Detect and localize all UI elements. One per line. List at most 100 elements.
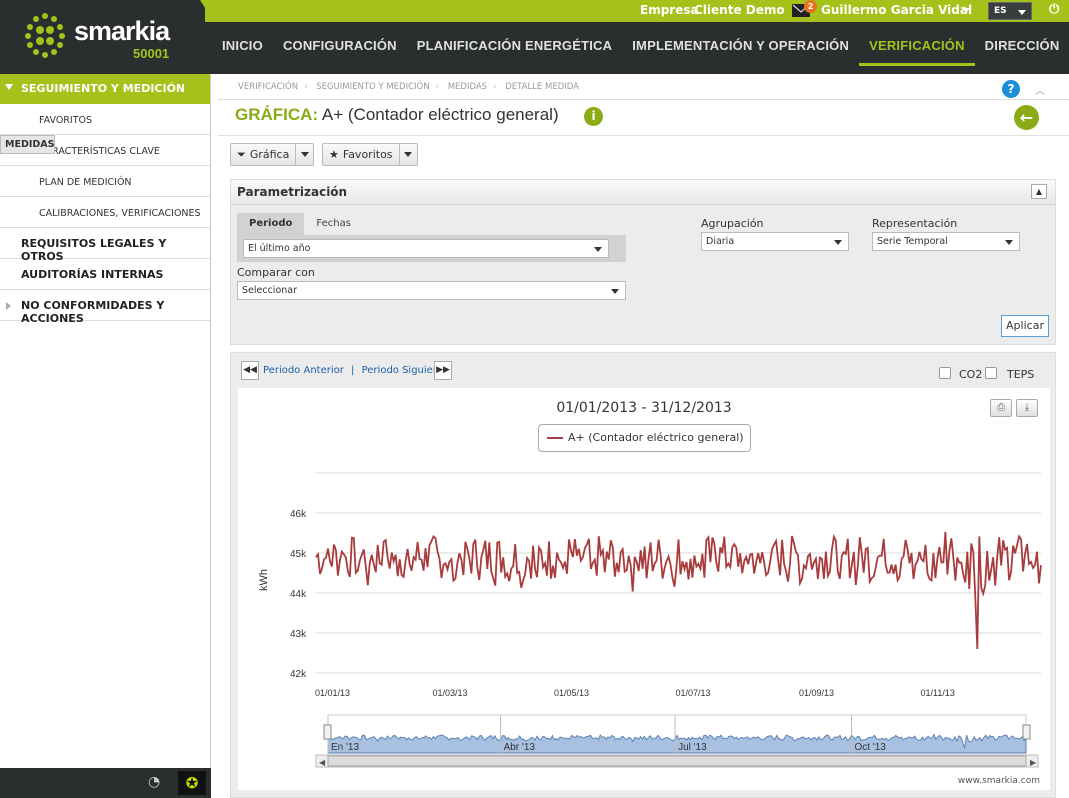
sidebar-item-medidas[interactable]: MEDIDAS	[0, 135, 56, 154]
language-select[interactable]: ES	[988, 2, 1032, 20]
representacion-label: Representación	[872, 217, 958, 230]
nav-planificacion[interactable]: PLANIFICACIÓN ENERGÉTICA	[407, 30, 622, 66]
tab-fechas[interactable]: Fechas	[304, 213, 363, 235]
sidebar-section-seguimiento[interactable]: SEGUIMIENTO Y MEDICIÓN	[0, 74, 210, 104]
co2-label: CO2	[959, 368, 983, 381]
agrupacion-select[interactable]: Diaria	[701, 232, 849, 251]
collapse-panel-icon[interactable]: ▲	[1031, 184, 1047, 199]
agrupacion-label: Agrupación	[701, 217, 764, 230]
comparar-select[interactable]: Seleccionar	[237, 281, 626, 300]
y-axis-label: kWh	[258, 569, 270, 591]
breadcrumb-item: DETALLE MEDIDA	[505, 82, 579, 92]
sidebar-item-plan-medicion[interactable]: PLAN DE MEDICIÓN	[0, 166, 210, 197]
breadcrumb: VERIFICACIÓN › SEGUIMIENTO Y MEDICIÓN › ME…	[238, 82, 579, 92]
representacion-select[interactable]: Serie Temporal	[872, 232, 1020, 251]
chart-credit[interactable]: www.smarkia.com	[958, 776, 1040, 786]
filter-icon: ⏷	[237, 147, 246, 161]
sidebar-item-calibraciones[interactable]: CALIBRACIONES, VERIFICACIONES	[0, 197, 210, 228]
sidebar-section-label: SEGUIMIENTO Y MEDICIÓN	[21, 82, 186, 95]
grafica-dropdown[interactable]	[296, 152, 313, 157]
x-tick-label: 01/03/13	[433, 688, 468, 698]
y-tick-label: 44k	[290, 589, 307, 600]
sidebar-item-requisitos[interactable]: REQUISITOS LEGALES Y OTROS	[0, 228, 210, 263]
tab-periodo[interactable]: Periodo	[237, 213, 305, 235]
gauge-icon[interactable]: ◔	[148, 774, 160, 790]
next-period-icon[interactable]: ▶▶	[434, 361, 452, 380]
chart-container: 42k 43k 44k 45k 46k kWh 01/01/13 01/03/13 01/05/…	[238, 388, 1050, 790]
expand-arrow-icon	[5, 84, 13, 90]
breadcrumb-item[interactable]: MEDIDAS	[448, 82, 487, 92]
help-icon[interactable]: ?	[1002, 80, 1020, 98]
scroll-right-icon: ▶	[1030, 758, 1037, 767]
x-tick-label: 01/09/13	[799, 688, 834, 698]
parametrizacion-panel: Parametrización ▲ Periodo Fechas El últim…	[230, 179, 1056, 345]
main-content: VERIFICACIÓN › SEGUIMIENTO Y MEDICIÓN › ME…	[218, 74, 1069, 798]
navigator-tick-label: Oct '13	[855, 742, 887, 753]
smarkia-logo[interactable]: smarkia 50001	[18, 8, 208, 63]
x-tick-label: 01/11/13	[920, 688, 954, 698]
x-tick-label: 01/01/13	[315, 688, 350, 698]
prev-period-link[interactable]: Periodo Anterior	[263, 365, 344, 376]
x-tick-label: 01/07/13	[676, 688, 711, 698]
navigator-tick-label: Abr '13	[504, 742, 536, 753]
print-icon[interactable]: ⎙	[990, 399, 1012, 417]
y-tick-label: 43k	[290, 629, 307, 640]
teps-checkbox[interactable]	[985, 367, 997, 379]
favoritos-button[interactable]: ★ Favoritos	[322, 143, 418, 166]
notification-badge: 2	[804, 0, 817, 13]
power-icon[interactable]: ⏻	[1049, 2, 1059, 17]
periodo-select[interactable]: El último año	[243, 239, 609, 258]
award-icon[interactable]: ✪	[178, 771, 206, 795]
scroll-left-icon: ◀	[319, 758, 326, 767]
logo-dots-icon	[25, 13, 65, 58]
sidebar: SEGUIMIENTO Y MEDICIÓN FAVORITOS MEDIDAS…	[0, 74, 211, 798]
panel-header: Parametrización ▲	[231, 180, 1055, 205]
sidebar-item-label: NO CONFORMIDADES Y ACCIONES	[21, 299, 165, 325]
language-value: ES	[994, 6, 1007, 16]
previous-period-icon[interactable]: ◀◀	[241, 361, 259, 380]
series-line	[315, 531, 1042, 650]
empresa-value[interactable]: Cliente Demo	[694, 3, 785, 17]
empresa-label: Empresa	[640, 3, 699, 17]
collapse-header-icon[interactable]: ︿	[1035, 82, 1045, 97]
sidebar-footer: ◔ ✪	[0, 768, 211, 798]
nav-implementacion[interactable]: IMPLEMENTACIÓN Y OPERACIÓN	[622, 30, 859, 66]
comparar-value: Seleccionar	[242, 285, 298, 296]
download-icon[interactable]: ⤓	[1016, 399, 1038, 417]
representacion-value: Serie Temporal	[877, 236, 948, 247]
agrupacion-value: Diaria	[706, 236, 735, 247]
user-menu-caret[interactable]	[962, 8, 970, 13]
grafica-label: Gráfica	[249, 148, 290, 161]
back-arrow-icon[interactable]: ←	[1014, 105, 1039, 130]
grafica-button[interactable]: ⏷ Gráfica	[230, 143, 315, 166]
logo-sub: 50001	[133, 46, 170, 61]
favoritos-label: Favoritos	[342, 148, 393, 161]
user-name[interactable]: Guillermo Garcia Vidal	[821, 3, 972, 17]
sidebar-item-no-conformidades[interactable]: NO CONFORMIDADES Y ACCIONES	[0, 290, 210, 325]
breadcrumb-item[interactable]: VERIFICACIÓN	[238, 82, 298, 92]
info-icon[interactable]: i	[584, 107, 603, 126]
navigator-scrollbar-thumb	[327, 755, 1027, 767]
title-key: GRÁFICA:	[235, 105, 319, 124]
main-nav: INICIO CONFIGURACIÓN PLANIFICACIÓN ENERG…	[212, 30, 1069, 66]
logo-text: smarkia	[74, 16, 170, 46]
y-tick-label: 45k	[290, 549, 307, 560]
link-separator: |	[351, 365, 355, 376]
legend-swatch	[547, 437, 563, 439]
chart-legend[interactable]: A+ (Contador eléctrico general)	[538, 424, 751, 452]
nav-configuracion[interactable]: CONFIGURACIÓN	[273, 30, 407, 66]
nav-inicio[interactable]: INICIO	[212, 30, 273, 66]
breadcrumb-item[interactable]: SEGUIMIENTO Y MEDICIÓN	[316, 82, 429, 92]
legend-label: A+ (Contador eléctrico general)	[568, 431, 744, 444]
top-bar: smarkia 50001 Empresa Cliente Demo 2 Gui…	[0, 0, 1069, 74]
nav-verificacion[interactable]: VERIFICACIÓN	[859, 30, 975, 66]
aplicar-button[interactable]: Aplicar	[1001, 315, 1049, 337]
periodo-tabs: Periodo Fechas	[237, 213, 363, 235]
favoritos-dropdown[interactable]	[400, 152, 417, 157]
periodo-value: El último año	[248, 243, 311, 254]
sidebar-item-favoritos[interactable]: FAVORITOS	[0, 104, 210, 135]
collapsed-arrow-icon	[6, 302, 11, 310]
nav-direccion[interactable]: DIRECCIÓN	[975, 30, 1069, 66]
co2-checkbox[interactable]	[939, 367, 951, 379]
sidebar-item-auditorias[interactable]: AUDITORÍAS INTERNAS	[0, 259, 210, 290]
